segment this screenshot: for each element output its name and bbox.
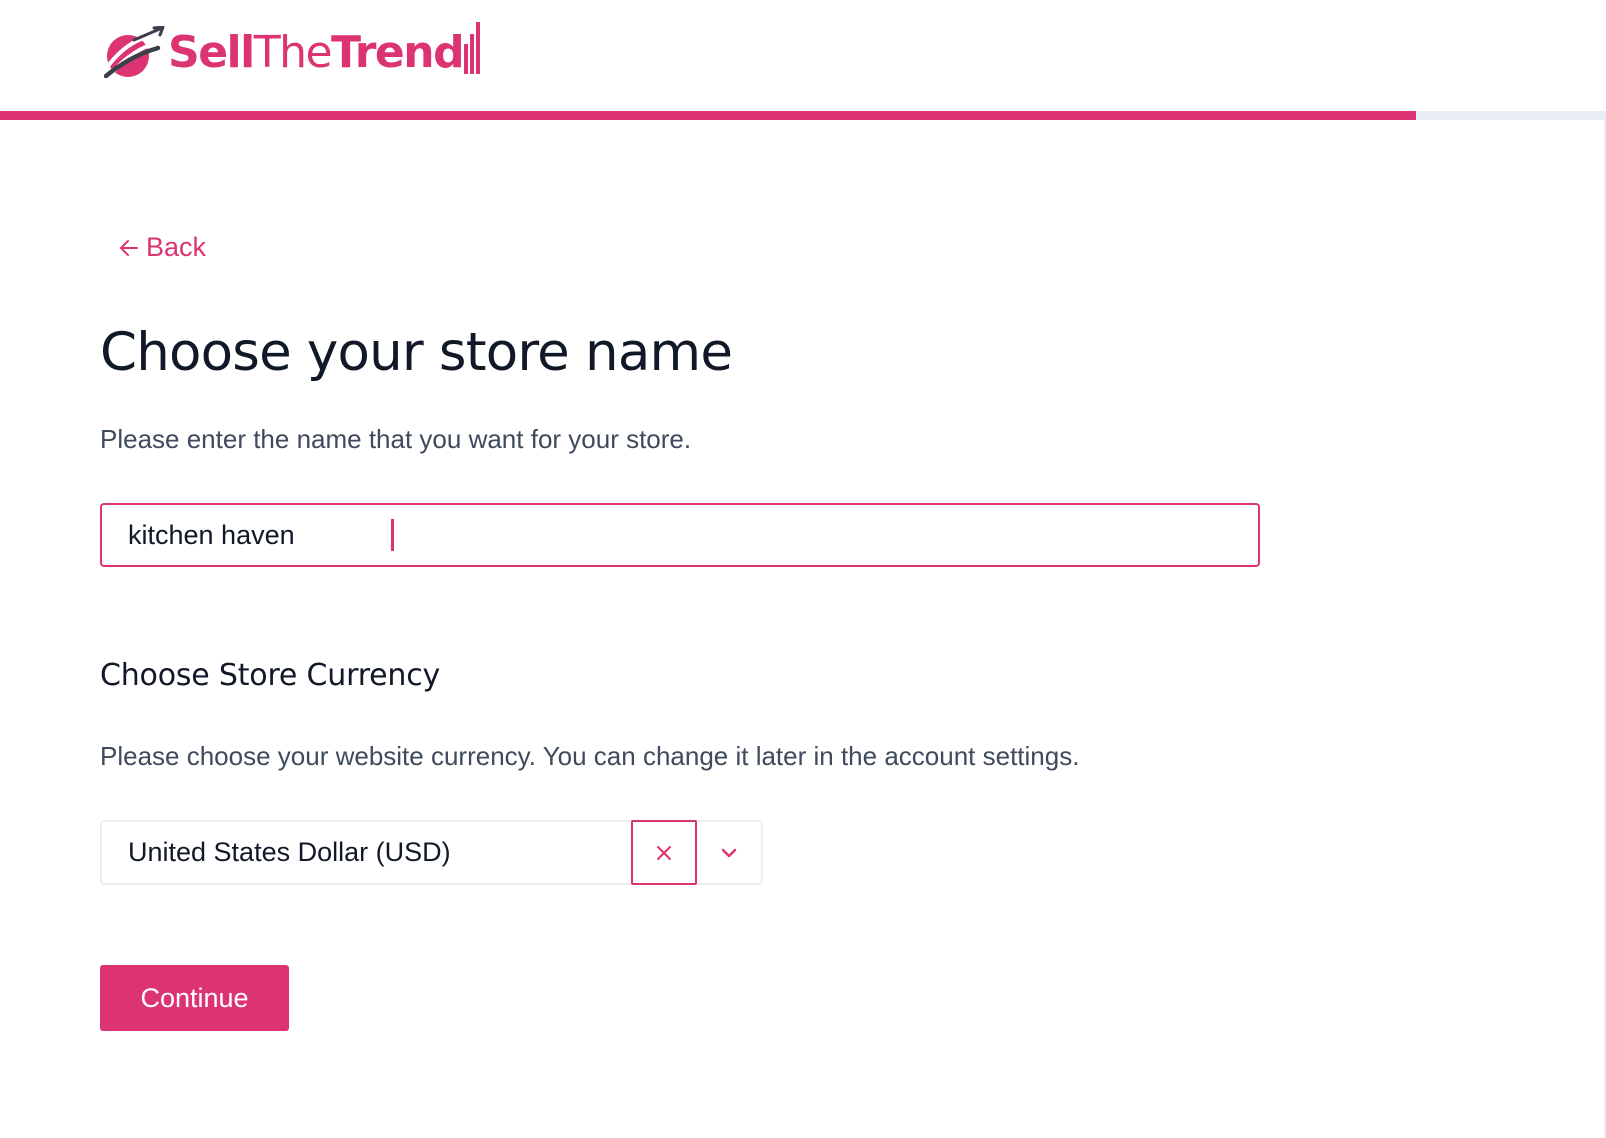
currency-dropdown-toggle[interactable] bbox=[697, 822, 761, 883]
logo-word-trend: Trend bbox=[331, 27, 465, 78]
progress-bar-fill bbox=[0, 111, 1416, 120]
logo-word-the: The bbox=[253, 27, 333, 78]
onboarding-page: Sell The Trend Back Choose your store na… bbox=[0, 0, 1606, 1138]
store-name-field[interactable] bbox=[100, 503, 1260, 567]
header: Sell The Trend bbox=[0, 0, 1606, 112]
currency-select[interactable]: United States Dollar (USD) bbox=[100, 820, 763, 885]
logo-word-sell: Sell bbox=[168, 27, 255, 78]
arrow-left-icon bbox=[120, 239, 138, 256]
rocket-swoosh-icon bbox=[104, 26, 165, 79]
back-link[interactable]: Back bbox=[118, 232, 206, 263]
currency-description: Please choose your website currency. You… bbox=[100, 741, 1080, 771]
store-name-description: Please enter the name that you want for … bbox=[100, 424, 692, 454]
clear-currency-button[interactable] bbox=[631, 820, 697, 885]
close-icon bbox=[657, 845, 671, 860]
text-cursor bbox=[391, 519, 394, 551]
brand-logo[interactable]: Sell The Trend bbox=[104, 20, 481, 80]
progress-bar bbox=[0, 111, 1606, 120]
chevron-down-icon bbox=[721, 848, 737, 857]
continue-button[interactable]: Continue bbox=[100, 965, 289, 1031]
currency-selected-value[interactable]: United States Dollar (USD) bbox=[102, 822, 631, 883]
back-label: Back bbox=[146, 232, 207, 262]
store-name-input[interactable] bbox=[102, 505, 1258, 565]
currency-section-title: Choose Store Currency bbox=[100, 658, 441, 693]
bar-chart-icon bbox=[464, 22, 481, 74]
logo-wordmark: Sell The Trend bbox=[168, 26, 465, 80]
page-title: Choose your store name bbox=[100, 322, 733, 383]
